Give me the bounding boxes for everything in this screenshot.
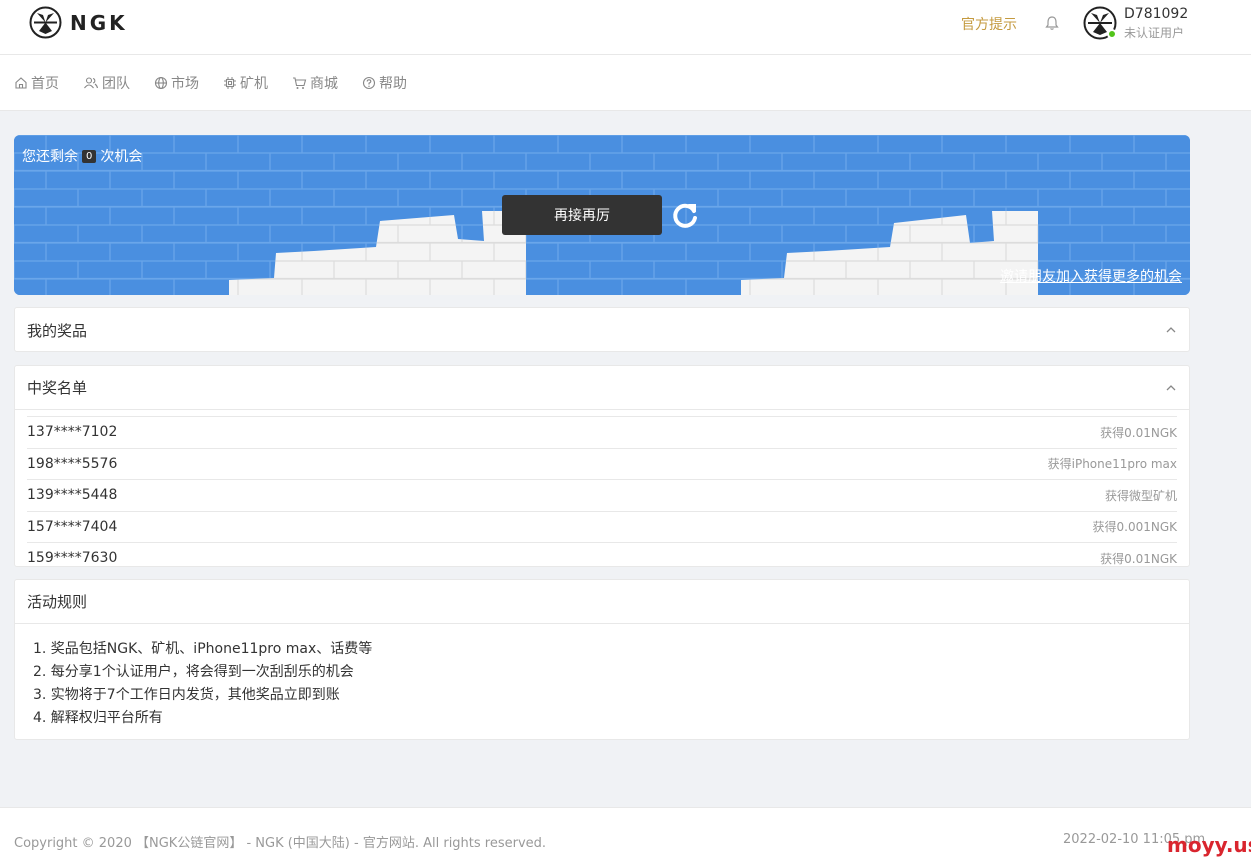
chevron-up-icon[interactable] — [1165, 384, 1177, 392]
my-prizes-title: 我的奖品 — [27, 321, 88, 340]
nav-label: 团队 — [102, 75, 130, 92]
winner-phone: 157****7404 — [27, 518, 118, 535]
nav-label: 矿机 — [240, 75, 268, 92]
rule-item: 4. 解释权归平台所有 — [33, 710, 163, 726]
nav-label: 帮助 — [379, 75, 407, 92]
my-prizes-panel: 我的奖品 — [14, 307, 1190, 352]
nav-item-mall[interactable]: 商城 — [292, 73, 338, 93]
remaining-chances: 您还剩余 0 次机会 — [22, 146, 142, 166]
rule-item: 2. 每分享1个认证用户，将会得到一次刮刮乐的机会 — [33, 664, 354, 680]
ngk-logo-icon — [29, 6, 62, 39]
main-nav: 首页 团队 市场 矿机 商城 帮助 — [0, 55, 1251, 111]
top-header: NGK 官方提示 D781092 未认证用户 — [0, 0, 1251, 55]
chances-suffix: 次机会 — [100, 149, 143, 165]
help-icon — [362, 76, 376, 89]
list-item: 198****5576 获得iPhone11pro max — [27, 447, 1177, 480]
nav-item-miner[interactable]: 矿机 — [223, 73, 268, 93]
winner-phone: 139****5448 — [27, 487, 118, 504]
page-footer: Copyright © 2020 【NGK公链官网】 - NGK (中国大陆) … — [0, 807, 1251, 859]
list-item: 159****7630 获得0.01NGK — [27, 542, 1177, 566]
brand-logo[interactable]: NGK — [29, 6, 128, 39]
chip-icon — [224, 76, 236, 89]
my-prizes-header[interactable]: 我的奖品 — [15, 308, 1189, 352]
nav-label: 首页 — [31, 75, 59, 92]
online-status-dot — [1107, 29, 1117, 39]
winner-prize: 获得0.01NGK — [1100, 551, 1177, 566]
winners-header[interactable]: 中奖名单 — [15, 366, 1189, 410]
chances-prefix: 您还剩余 — [22, 149, 78, 165]
rules-header: 活动规则 — [15, 580, 1189, 624]
rule-item: 1. 奖品包括NGK、矿机、iPhone11pro max、话费等 — [33, 641, 373, 657]
nav-label: 市场 — [171, 75, 199, 92]
rules-panel: 活动规则 1. 奖品包括NGK、矿机、iPhone11pro max、话费等 2… — [14, 579, 1190, 740]
winner-prize: 获得0.01NGK — [1100, 425, 1177, 440]
winner-prize: 获得iPhone11pro max — [1047, 457, 1177, 472]
winners-title: 中奖名单 — [27, 379, 88, 397]
watermark: moyy.us — [1167, 833, 1251, 857]
nav-item-help[interactable]: 帮助 — [362, 73, 407, 93]
retry-button[interactable]: 再接再厉 — [502, 195, 662, 235]
invite-friends-link[interactable]: 邀请朋友加入获得更多的机会 — [1000, 266, 1182, 286]
list-item: 139****5448 获得微型矿机 — [27, 479, 1177, 511]
user-id: D781092 — [1124, 6, 1189, 22]
logo-text: NGK — [70, 10, 128, 35]
winner-prize: 获得微型矿机 — [1104, 488, 1177, 503]
official-notice-link[interactable]: 官方提示 — [961, 14, 1017, 34]
rule-item: 3. 实物将于7个工作日内发货，其他奖品立即到账 — [33, 687, 340, 703]
list-item: 157****7404 获得0.001NGK — [27, 510, 1178, 543]
scratch-card[interactable]: 您还剩余 0 次机会 再接再厉 邀请朋友加入获得更多的机会 — [14, 135, 1190, 295]
nav-item-market[interactable]: 市场 — [154, 73, 199, 93]
refresh-icon[interactable] — [670, 201, 700, 231]
home-icon — [15, 76, 27, 89]
winner-phone: 198****5576 — [27, 455, 118, 472]
nav-item-home[interactable]: 首页 — [14, 73, 59, 93]
user-verification-status: 未认证用户 — [1124, 26, 1185, 40]
winners-list[interactable]: 137****7102 获得0.01NGK 198****5576 获得iPho… — [15, 410, 1189, 566]
copyright-text: Copyright © 2020 【NGK公链官网】 - NGK (中国大陆) … — [14, 836, 547, 851]
globe-icon — [154, 76, 168, 89]
cart-icon — [293, 76, 307, 89]
winner-prize: 获得0.001NGK — [1092, 520, 1178, 535]
list-item: 137****7102 获得0.01NGK — [27, 416, 1177, 448]
bell-icon[interactable] — [1044, 15, 1060, 31]
team-icon — [84, 76, 99, 88]
nav-label: 商城 — [310, 75, 338, 92]
winners-panel: 中奖名单 137****7102 获得0.01NGK 198****5576 获… — [14, 365, 1190, 567]
chevron-up-icon[interactable] — [1165, 326, 1177, 334]
rules-list: 1. 奖品包括NGK、矿机、iPhone11pro max、话费等 2. 每分享… — [15, 624, 1189, 744]
chances-count-badge: 0 — [82, 149, 97, 163]
rules-title: 活动规则 — [27, 593, 88, 611]
winner-phone: 137****7102 — [27, 424, 118, 441]
nav-item-team[interactable]: 团队 — [83, 73, 130, 93]
winner-phone: 159****7630 — [27, 550, 118, 566]
